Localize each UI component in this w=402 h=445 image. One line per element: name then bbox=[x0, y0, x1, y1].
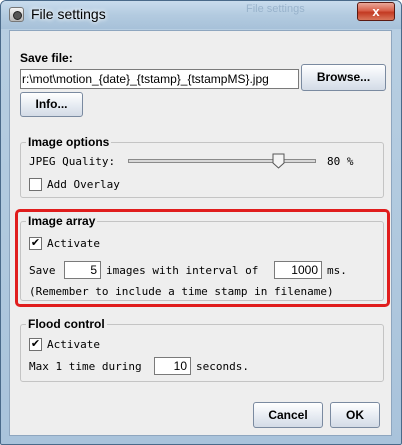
image-options-legend: Image options bbox=[26, 135, 112, 149]
close-button[interactable]: x bbox=[357, 2, 395, 21]
add-overlay-checkbox[interactable] bbox=[29, 178, 42, 191]
cancel-button[interactable]: Cancel bbox=[253, 402, 323, 428]
check-icon: ✔ bbox=[30, 338, 41, 350]
camera-icon bbox=[9, 7, 24, 22]
flood-seconds-input[interactable]: 10 bbox=[154, 357, 191, 375]
ok-button[interactable]: OK bbox=[330, 402, 380, 428]
save-file-label: Save file: bbox=[20, 51, 73, 65]
flood-control-activate-label: Activate bbox=[47, 338, 100, 351]
seconds-label: seconds. bbox=[196, 360, 249, 373]
save-file-path-input[interactable]: r:\mot\motion_{date}_{tstamp}_{tstampMS}… bbox=[20, 69, 299, 89]
image-array-highlight bbox=[15, 209, 390, 307]
title-bar[interactable]: File settings File settings x bbox=[1, 1, 401, 29]
background-window-title: File settings bbox=[246, 3, 305, 15]
jpeg-quality-slider-thumb[interactable] bbox=[272, 153, 285, 169]
close-icon: x bbox=[372, 4, 380, 19]
add-overlay-label: Add Overlay bbox=[47, 178, 120, 191]
flood-control-legend: Flood control bbox=[26, 317, 107, 331]
flood-control-group bbox=[20, 324, 384, 382]
jpeg-quality-slider[interactable] bbox=[128, 159, 316, 163]
jpeg-quality-label: JPEG Quality: bbox=[29, 155, 116, 168]
browse-button[interactable]: Browse... bbox=[301, 64, 386, 91]
window-title: File settings bbox=[31, 6, 106, 22]
flood-control-activate-checkbox[interactable]: ✔ bbox=[29, 338, 42, 351]
jpeg-quality-value: 80 % bbox=[327, 155, 354, 168]
max-time-label: Max 1 time during bbox=[29, 360, 142, 373]
info-button[interactable]: Info... bbox=[20, 92, 83, 117]
dialog-body: Save file: r:\mot\motion_{date}_{tstamp}… bbox=[9, 30, 392, 436]
file-settings-window: File settings File settings x Save file:… bbox=[0, 0, 402, 445]
